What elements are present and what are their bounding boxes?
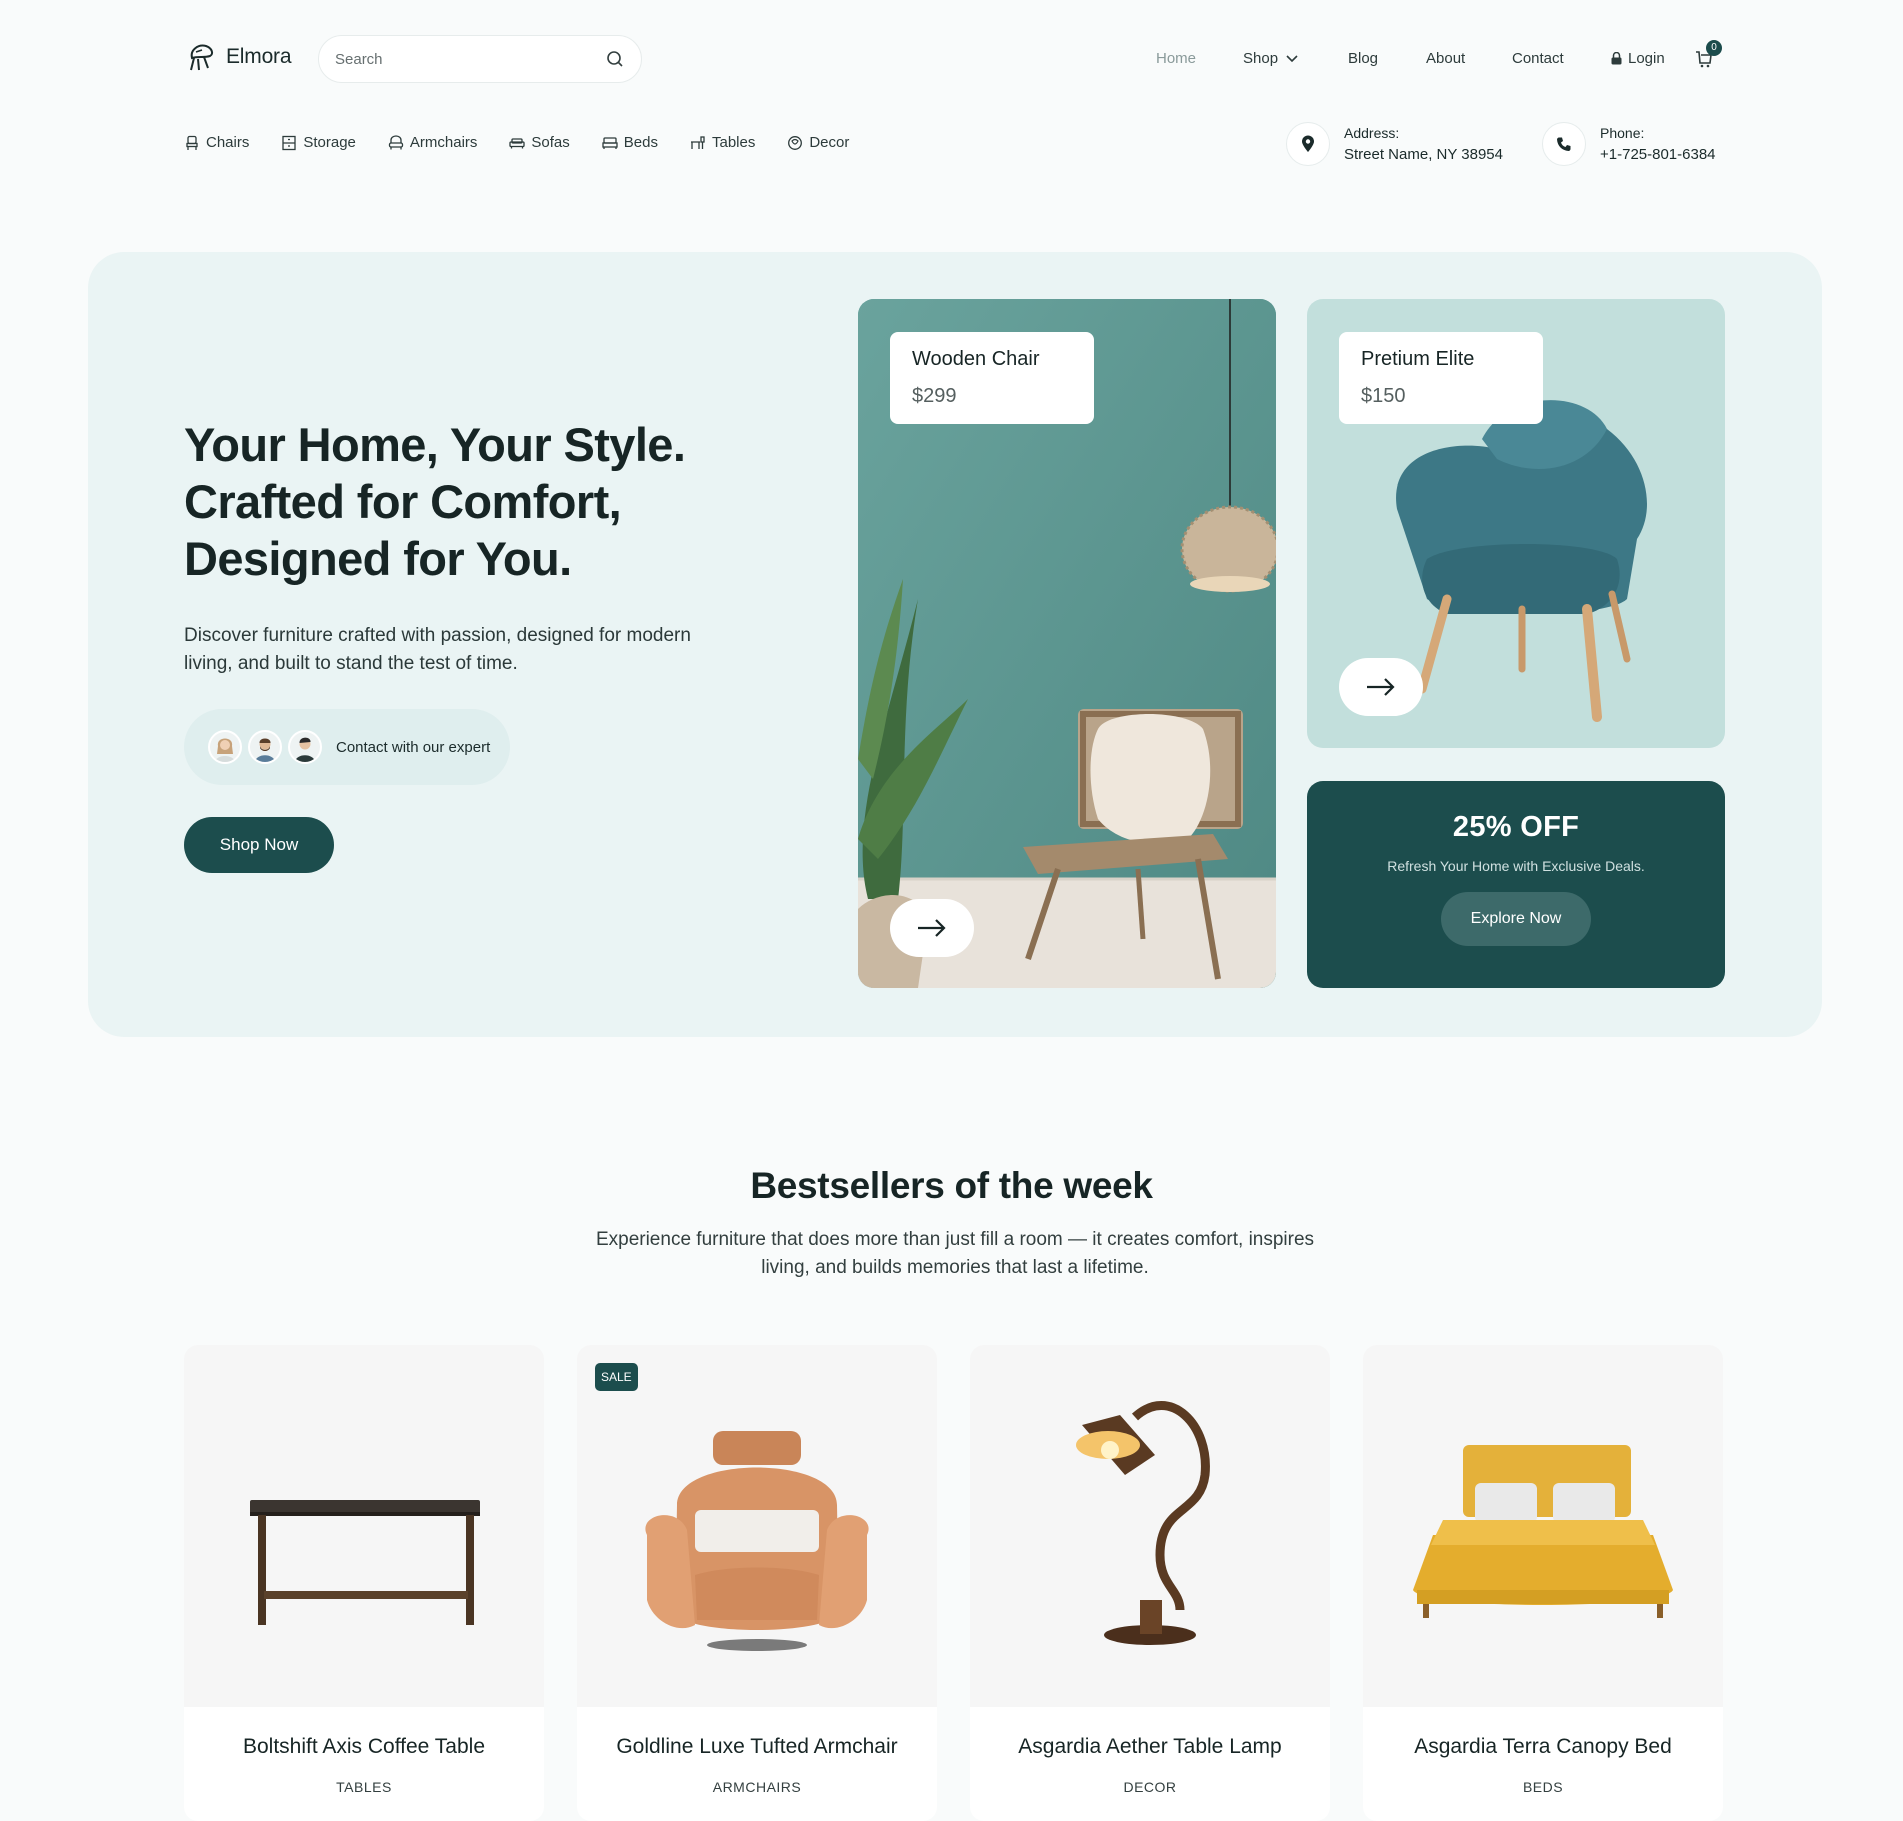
price-tag: Wooden Chair $299 — [890, 332, 1094, 424]
category-armchairs[interactable]: Armchairs — [388, 134, 478, 151]
hero-title: Your Home, Your Style. Crafted for Comfo… — [184, 416, 804, 587]
avatar — [208, 730, 242, 764]
product-category: ARMCHAIRS — [712, 1779, 802, 1795]
category-label: Beds — [623, 134, 658, 151]
category-tables[interactable]: Tables — [690, 134, 755, 151]
hero-title-line: Designed for You. — [184, 532, 572, 585]
category-sofas[interactable]: Sofas — [509, 134, 570, 151]
product-name: Asgardia Aether Table Lamp — [1018, 1735, 1282, 1758]
product-image — [1363, 1345, 1723, 1707]
table-icon — [690, 135, 705, 149]
avatar — [288, 730, 322, 764]
nav-about[interactable]: About — [1426, 50, 1465, 67]
offer-title: 25% OFF — [1452, 811, 1580, 843]
product-image — [970, 1345, 1330, 1707]
category-beds[interactable]: Beds — [602, 134, 658, 151]
product-card[interactable]: Asgardia Terra Canopy Bed BEDS — [1363, 1345, 1723, 1821]
category-label: Sofas — [531, 134, 570, 151]
bed-image — [1413, 1445, 1673, 1618]
location-pin-icon — [1286, 122, 1330, 166]
address-value: Street Name, NY 38954 — [1344, 146, 1503, 163]
phone-label: Phone: — [1600, 125, 1645, 141]
storage-icon — [282, 135, 297, 150]
contact-expert-pill[interactable]: Contact with our expert — [184, 709, 510, 785]
sale-badge: SALE — [595, 1363, 638, 1391]
table-lamp-image — [1076, 1401, 1210, 1645]
lock-icon — [1611, 52, 1622, 65]
phone-block: Phone: +1-725-801-6384 — [1542, 122, 1716, 166]
nav-contact[interactable]: Contact — [1512, 50, 1564, 67]
category-decor[interactable]: Decor — [787, 134, 849, 151]
category-bar: Chairs Storage Armchairs Sofas Beds Tabl… — [184, 134, 849, 151]
search-input[interactable] — [335, 48, 585, 70]
category-label: Storage — [303, 134, 356, 151]
category-label: Armchairs — [409, 134, 478, 151]
product-name: Asgardia Terra Canopy Bed — [1414, 1735, 1672, 1758]
sofa-icon — [509, 137, 526, 148]
chevron-down-icon — [1286, 54, 1298, 62]
nav-home[interactable]: Home — [1156, 50, 1196, 67]
product-card[interactable]: Asgardia Aether Table Lamp DECOR — [970, 1345, 1330, 1821]
product-name: Boltshift Axis Coffee Table — [242, 1735, 486, 1758]
hero-title-line: Your Home, Your Style. — [184, 418, 686, 471]
product-name: Pretium Elite — [1361, 348, 1475, 370]
section-subtitle: Experience furniture that does more than… — [595, 1229, 1315, 1278]
product-card-pretium-elite[interactable]: Pretium Elite $150 — [1307, 299, 1725, 748]
address-block: Address: Street Name, NY 38954 — [1286, 122, 1503, 166]
nav-blog[interactable]: Blog — [1348, 50, 1378, 67]
product-price: $150 — [1361, 385, 1406, 407]
product-category: DECOR — [1123, 1779, 1177, 1795]
product-name: Goldline Luxe Tufted Armchair — [616, 1735, 898, 1758]
product-card[interactable]: Boltshift Axis Coffee Table TABLES — [184, 1345, 544, 1821]
product-image — [184, 1345, 544, 1707]
arrow-right-icon — [1367, 678, 1395, 696]
brand-logo[interactable]: Elmora — [184, 40, 292, 74]
explore-now-button[interactable]: Explore Now — [1441, 892, 1591, 946]
expert-text: Contact with our expert — [336, 738, 491, 756]
nav-login[interactable]: Login — [1611, 50, 1665, 67]
price-tag: Pretium Elite $150 — [1339, 332, 1543, 424]
hero-description: Discover furniture crafted with passion,… — [184, 625, 691, 674]
nav-shop[interactable]: Shop — [1243, 50, 1298, 67]
hero-title-line: Crafted for Comfort, — [184, 475, 622, 528]
address-label: Address: — [1344, 125, 1400, 141]
armchair-icon — [388, 134, 404, 149]
phone-value[interactable]: +1-725-801-6384 — [1600, 144, 1716, 166]
logo-chair-icon — [190, 44, 214, 71]
arrow-right-icon — [918, 919, 946, 937]
product-name: Wooden Chair — [912, 348, 1040, 370]
product-card[interactable]: SALE Goldline Luxe Tufted Armchair ARMCH… — [577, 1345, 937, 1821]
discount-offer-card: 25% OFF Refresh Your Home with Exclusive… — [1307, 781, 1725, 988]
chair-icon — [186, 135, 198, 150]
category-label: Decor — [809, 134, 850, 151]
product-category: TABLES — [336, 1779, 392, 1795]
section-title: Bestsellers of the week — [750, 1165, 1153, 1206]
view-product-button[interactable] — [1339, 658, 1423, 716]
login-label: Login — [1628, 50, 1665, 67]
category-label: Tables — [711, 134, 756, 151]
search-icon[interactable] — [605, 49, 625, 69]
phone-icon — [1542, 122, 1586, 166]
nav-shop-label: Shop — [1243, 50, 1279, 67]
category-label: Chairs — [206, 134, 250, 151]
shop-now-button[interactable]: Shop Now — [184, 817, 334, 873]
product-category: BEDS — [1522, 1779, 1564, 1795]
decor-icon — [788, 135, 803, 150]
category-storage[interactable]: Storage — [281, 134, 356, 151]
brand-name: Elmora — [226, 45, 292, 68]
site-header: Elmora Home Shop Blog About Contact Logi… — [0, 0, 1903, 166]
product-price: $299 — [912, 385, 957, 407]
category-chairs[interactable]: Chairs — [184, 134, 249, 151]
cart-count-badge: 0 — [1706, 40, 1722, 56]
product-card-wooden-chair[interactable]: Wooden Chair $299 — [858, 299, 1276, 988]
coffee-table-image — [250, 1500, 480, 1625]
cart-button[interactable]: 0 — [1694, 40, 1722, 72]
avatar — [248, 730, 282, 764]
offer-subtitle: Refresh Your Home with Exclusive Deals. — [1387, 858, 1645, 874]
view-product-button[interactable] — [890, 899, 974, 957]
bed-icon — [602, 136, 618, 149]
product-image: SALE — [577, 1345, 937, 1707]
armchair-image — [645, 1431, 869, 1651]
search-box — [318, 35, 642, 83]
